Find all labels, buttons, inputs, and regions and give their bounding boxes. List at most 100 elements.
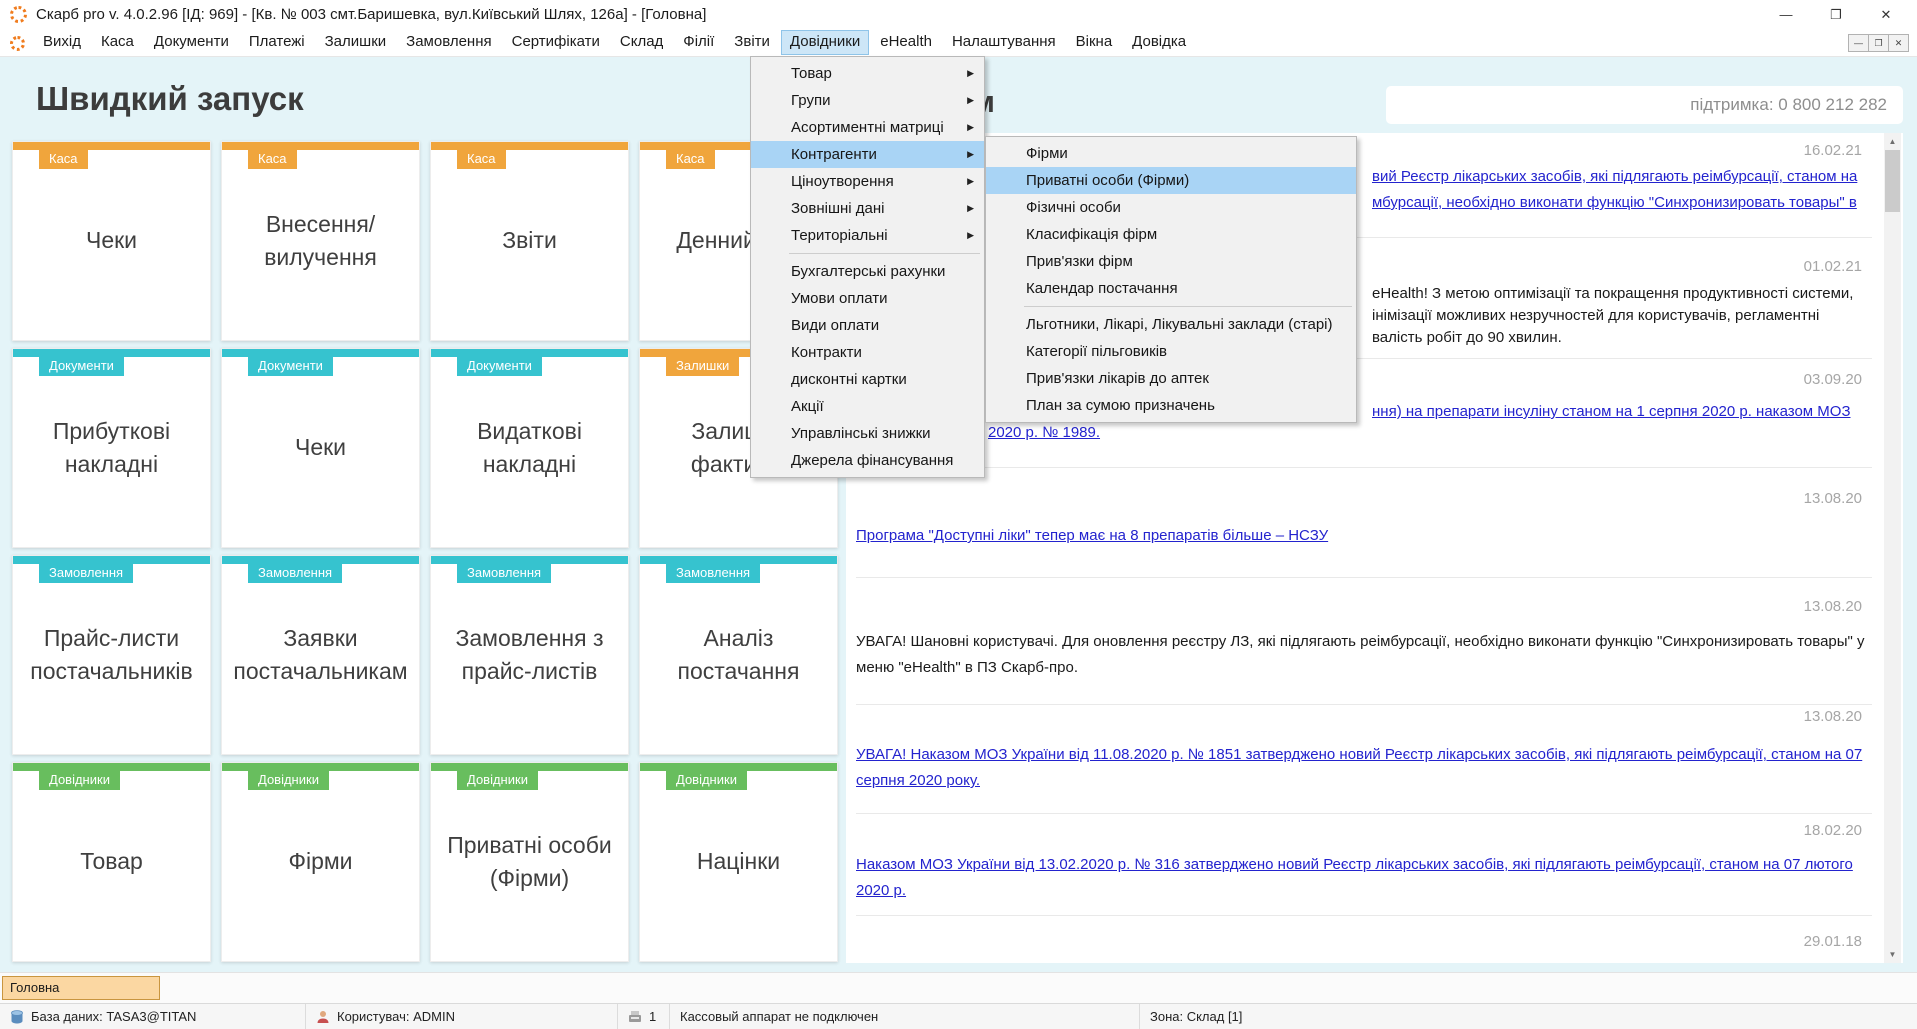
news-date: 16.02.21: [1804, 142, 1862, 159]
news-date: 29.01.18: [1804, 933, 1862, 950]
mdi-minimize-button[interactable]: —: [1849, 35, 1869, 51]
menubar-item-Склад[interactable]: Склад: [611, 30, 672, 55]
tile-Націнки[interactable]: ДовідникиНацінки: [639, 762, 838, 962]
submenu-arrow-icon: ▶: [967, 87, 974, 114]
tile-Заявки постачальникам[interactable]: ЗамовленняЗаявки постачальникам: [221, 555, 420, 755]
news-link[interactable]: 2020 р. № 1989.: [988, 424, 1100, 441]
dropdown-item-Групи[interactable]: Групи▶: [751, 87, 984, 114]
tile-category-tag: Довідники: [666, 771, 747, 790]
tile-category-tag: Каса: [666, 150, 715, 169]
menubar-item-Платежі[interactable]: Платежі: [240, 30, 314, 55]
scroll-up-icon[interactable]: ▲: [1884, 133, 1901, 150]
submenu-item-Приватні особи (Фірми)[interactable]: Приватні особи (Фірми): [986, 167, 1356, 194]
menubar-item-Сертифікати[interactable]: Сертифікати: [503, 30, 609, 55]
menubar-item-Довідники[interactable]: Довідники: [781, 30, 869, 55]
statusbar-database-label: База даних: TASA3@TITAN: [31, 1009, 196, 1024]
dropdown-item-Види оплати[interactable]: Види оплати: [751, 312, 984, 339]
menubar-item-Налаштування[interactable]: Налаштування: [943, 30, 1065, 55]
tile-category-strip: [431, 142, 628, 150]
submenu-item-Прив'язки лікарів до аптек[interactable]: Прив'язки лікарів до аптек: [986, 365, 1356, 392]
submenu-arrow-icon: ▶: [967, 60, 974, 87]
app-window: Скарб pro v. 4.0.2.96 [ІД: 969] - [Кв. №…: [0, 0, 1917, 1028]
dropdown-item-Умови оплати[interactable]: Умови оплати: [751, 285, 984, 312]
statusbar: База даних: TASA3@TITAN Користувач: ADMI…: [0, 1003, 1917, 1029]
tile-Звіти[interactable]: КасаЗвіти: [430, 141, 629, 341]
maximize-button[interactable]: ❐: [1811, 0, 1861, 29]
tile-Фірми[interactable]: ДовідникиФірми: [221, 762, 420, 962]
tile-Чеки[interactable]: ДокументиЧеки: [221, 348, 420, 548]
menubar-item-Залишки[interactable]: Залишки: [316, 30, 396, 55]
dropdown-item-Територіальні[interactable]: Територіальні▶: [751, 222, 984, 249]
submenu-item-План за сумою призначень[interactable]: План за сумою призначень: [986, 392, 1356, 419]
statusbar-pos-count-value: 1: [649, 1009, 656, 1024]
dropdown-item-Акції[interactable]: Акції: [751, 393, 984, 420]
tile-Приватні особи (Фірми)[interactable]: ДовідникиПриватні особи (Фірми): [430, 762, 629, 962]
tile-Замовлення з прайс-листів[interactable]: ЗамовленняЗамовлення з прайс-листів: [430, 555, 629, 755]
submenu-item-Фірми[interactable]: Фірми: [986, 140, 1356, 167]
statusbar-cash-status-label: Кассовый аппарат не подключен: [680, 1009, 878, 1024]
menubar-item-Вихід[interactable]: Вихід: [34, 30, 90, 55]
dropdown-item-Ціноутворення[interactable]: Ціноутворення▶: [751, 168, 984, 195]
tile-category-tag: Каса: [248, 150, 297, 169]
news-link[interactable]: ння) на препарати інсуліну станом на 1 с…: [1372, 403, 1851, 420]
scrollbar-thumb[interactable]: [1885, 150, 1900, 212]
submenu-item-Льготники, Лікарі, Лікувальні заклади (старі)[interactable]: Льготники, Лікарі, Лікувальні заклади (с…: [986, 311, 1356, 338]
app-logo-icon-small: [10, 36, 25, 51]
news-link[interactable]: Програма "Доступні ліки" тепер має на 8 …: [856, 527, 1328, 544]
scroll-down-icon[interactable]: ▼: [1884, 946, 1901, 963]
submenu-item-Категорії пільговиків[interactable]: Категорії пільговиків: [986, 338, 1356, 365]
menubar: ВихідКасаДокументиПлатежіЗалишкиЗамовлен…: [0, 29, 1917, 57]
tile-Товар[interactable]: ДовідникиТовар: [12, 762, 211, 962]
submenu-arrow-icon: ▶: [967, 141, 974, 168]
statusbar-user: Користувач: ADMIN: [306, 1004, 618, 1029]
tile-label: Замовлення з прайс-листів: [431, 622, 628, 689]
menubar-item-Звіти[interactable]: Звіти: [725, 30, 779, 55]
tab-holovna[interactable]: Головна: [2, 976, 160, 1000]
menubar-item-Документи[interactable]: Документи: [145, 30, 238, 55]
submenu-item-Прив'язки фірм[interactable]: Прив'язки фірм: [986, 248, 1356, 275]
dropdown-item-Товар[interactable]: Товар▶: [751, 60, 984, 87]
dropdown-item-Зовнішні дані[interactable]: Зовнішні дані▶: [751, 195, 984, 222]
tile-category-strip: [431, 349, 628, 357]
submenu-item-Класифікація фірм[interactable]: Класифікація фірм: [986, 221, 1356, 248]
menubar-item-Вікна[interactable]: Вікна: [1067, 30, 1122, 55]
news-link[interactable]: вий Реєстр лікарських засобів, які підля…: [1372, 168, 1857, 185]
statusbar-cash-status: Кассовый аппарат не подключен: [670, 1004, 1140, 1029]
news-scrollbar[interactable]: ▲ ▼: [1884, 133, 1901, 963]
menubar-item-Каса[interactable]: Каса: [92, 30, 143, 55]
menubar-item-eHealth[interactable]: eHealth: [871, 30, 941, 55]
tile-Внесення/вилучення[interactable]: КасаВнесення/вилучення: [221, 141, 420, 341]
news-link[interactable]: мбурсації, необхідно виконати функцію "С…: [1372, 194, 1857, 211]
menubar-item-Замовлення[interactable]: Замовлення: [397, 30, 500, 55]
submenu-arrow-icon: ▶: [967, 222, 974, 249]
mdi-close-button[interactable]: ✕: [1889, 35, 1908, 51]
tile-label: Фірми: [278, 845, 362, 878]
dropdown-item-Джерела фінансування[interactable]: Джерела фінансування: [751, 447, 984, 474]
submenu-item-Фізичні особи[interactable]: Фізичні особи: [986, 194, 1356, 221]
news-link[interactable]: Наказом МОЗ України від 13.02.2020 р. № …: [856, 852, 1872, 904]
dropdown-item-Управлінські знижки[interactable]: Управлінські знижки: [751, 420, 984, 447]
tile-Чеки[interactable]: КасаЧеки: [12, 141, 211, 341]
dropdown-item-Асортиментні матриці[interactable]: Асортиментні матриці▶: [751, 114, 984, 141]
dropdown-item-Бухгалтерські рахунки[interactable]: Бухгалтерські рахунки: [751, 258, 984, 285]
tile-Аналіз постачання[interactable]: ЗамовленняАналіз постачання: [639, 555, 838, 755]
close-button[interactable]: ✕: [1861, 0, 1911, 29]
mdi-restore-button[interactable]: ❐: [1869, 35, 1889, 51]
tile-category-tag: Каса: [39, 150, 88, 169]
menubar-item-Філії[interactable]: Філії: [674, 30, 723, 55]
news-date: 01.02.21: [1804, 258, 1862, 275]
tile-Прайс-листи постачальників[interactable]: ЗамовленняПрайс-листи постачальників: [12, 555, 211, 755]
minimize-button[interactable]: —: [1761, 0, 1811, 29]
tile-Видаткові накладні[interactable]: ДокументиВидаткові накладні: [430, 348, 629, 548]
tile-category-strip: [13, 556, 210, 564]
news-separator: [856, 467, 1872, 468]
tile-Прибуткові накладні[interactable]: ДокументиПрибуткові накладні: [12, 348, 211, 548]
submenu-item-Календар постачання[interactable]: Календар постачання: [986, 275, 1356, 302]
tile-category-strip: [222, 556, 419, 564]
dropdown-item-Контракти[interactable]: Контракти: [751, 339, 984, 366]
menubar-item-Довідка[interactable]: Довідка: [1123, 30, 1195, 55]
dropdown-item-Контрагенти[interactable]: Контрагенти▶: [751, 141, 984, 168]
dropdown-item-дисконтні картки[interactable]: дисконтні картки: [751, 366, 984, 393]
news-separator: [856, 577, 1872, 578]
news-link[interactable]: УВАГА! Наказом МОЗ України від 11.08.202…: [856, 742, 1872, 794]
